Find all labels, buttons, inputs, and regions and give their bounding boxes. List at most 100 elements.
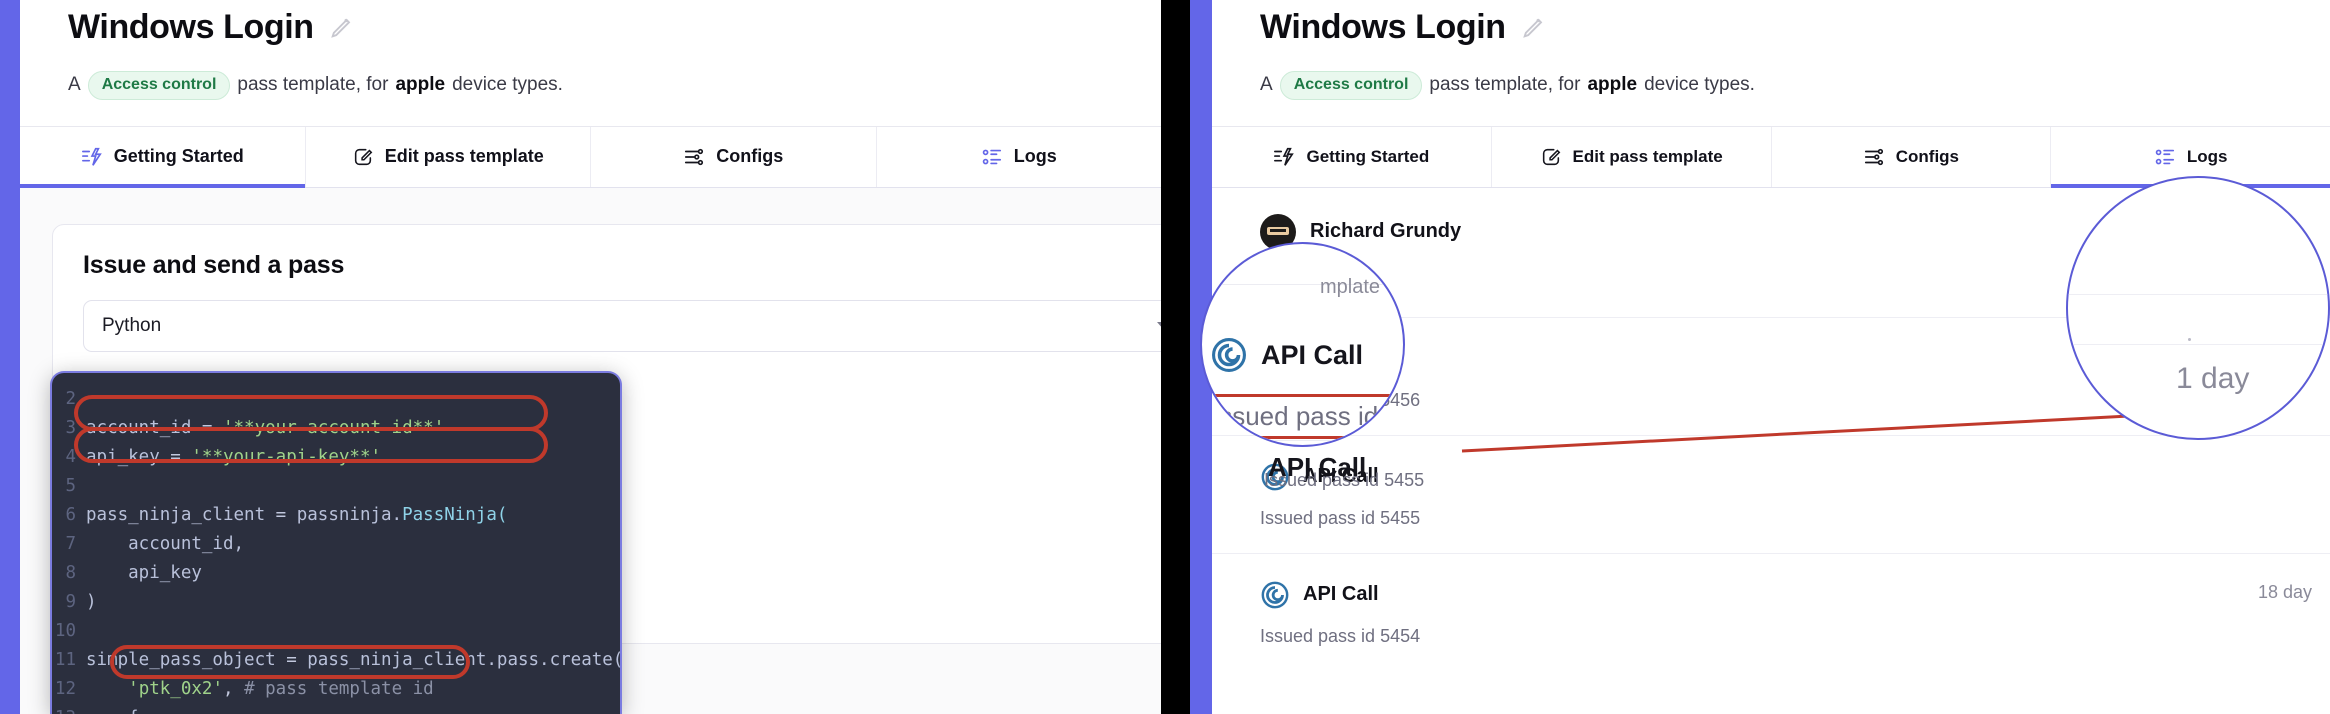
tab-edit-pass-template[interactable]: Edit pass template (1491, 126, 1772, 187)
code-line-text: api_key (86, 559, 620, 588)
subtitle-prefix: A (1260, 74, 1273, 95)
right-header: Windows Login A Access control pass temp… (1212, 0, 2330, 100)
code-line: 9) (52, 588, 620, 617)
code-line: 6 pass_ninja_client = passninja.PassNinja… (52, 501, 620, 530)
sliders-icon (1863, 146, 1885, 168)
code-token: simple_pass_object (86, 650, 287, 670)
code-line-number: 13 (52, 704, 86, 714)
code-line-number: 11 (54, 650, 76, 670)
log-entry-time: 18 day (2257, 581, 2312, 602)
list-spark-icon (1273, 146, 1295, 168)
pencil-icon[interactable] (1520, 13, 1548, 41)
code-token: = (286, 650, 308, 670)
code-token: { (86, 708, 139, 714)
status-badge: Access control (87, 70, 231, 100)
subtitle-prefix: A (68, 74, 81, 95)
log-entry-head: API Call (1260, 580, 2282, 610)
left-header: Windows Login A Access control pass temp… (20, 0, 1161, 100)
code-token: = (201, 418, 223, 438)
code-token: pass_ninja_client.pass.create( (307, 650, 622, 670)
magnifier-issued-pass: mplate API Call Issued pass id 5456 (1200, 242, 1405, 447)
subtitle-mid: pass template, for (237, 74, 389, 95)
code-line: 5 (52, 472, 620, 501)
dot (2188, 338, 2191, 341)
code-line-text: account_id, (86, 530, 620, 559)
tab-edit-pass-template[interactable]: Edit pass template (305, 126, 591, 187)
code-lines: 2 3 account_id = '**your-account-id**' 4 ap… (52, 373, 620, 714)
page-title: Windows Login (1260, 8, 1506, 46)
api-call-label-magnified: API Call (1261, 339, 1364, 370)
api-call-icon (1210, 336, 1248, 374)
divider (2068, 294, 2328, 295)
subtitle-suffix: device types. (452, 74, 563, 95)
log-entry-2[interactable]: API Call Issued pass id 5454 18 day (1212, 552, 2330, 671)
log-user-name: Richard Grundy (1310, 220, 1462, 242)
log-list-icon (2154, 146, 2176, 168)
tab-getting-started[interactable]: Getting Started (20, 126, 306, 188)
issued-pass-highlight: Issued pass id 5456 (1206, 394, 1403, 439)
code-line: 3 account_id = '**your-account-id**' (52, 414, 620, 443)
code-line-text: api_key = '**your-api-key**' (86, 443, 620, 472)
code-token: api_key (86, 563, 202, 583)
language-select-value: Python (102, 314, 162, 336)
code-token: PassNinja( (402, 505, 508, 525)
tab-configs[interactable]: Configs (1771, 126, 2052, 187)
tab-getting-started[interactable]: Getting Started (1212, 126, 1492, 187)
code-line-number: 4 (65, 447, 76, 467)
code-token: ) (86, 592, 97, 612)
code-line-number: 9 (65, 592, 76, 612)
status-badge: Access control (1279, 70, 1423, 100)
language-select[interactable]: Python (83, 299, 1161, 352)
card-title: Issue and send a pass (83, 250, 345, 279)
code-line: 11 simple_pass_object = pass_ninja_client… (52, 646, 620, 675)
divider (2068, 344, 2328, 345)
subtitle-row: A Access control pass template, for appl… (20, 70, 1161, 100)
left-tab-bar: Getting Started Edit pass template Confi… (20, 125, 1161, 188)
template-fragment-magnified: mplate (1320, 276, 1381, 298)
pencil-icon[interactable] (328, 13, 356, 41)
code-line-number: 8 (65, 563, 76, 583)
time-magnified: 1 day (2176, 362, 2250, 395)
magnifier-content: mplate API Call Issued pass id 5456 (1202, 244, 1403, 445)
code-token: '**your-account-id**' (222, 418, 445, 438)
screenshot-root: Windows Login A Access control pass temp… (0, 0, 2330, 714)
code-line: 12 'ptk_0x2', # pass template id (52, 675, 620, 704)
code-line-number: 5 (65, 476, 76, 496)
subtitle-row: A Access control pass template, for appl… (1212, 70, 2330, 100)
api-call-label-magnified: API Call (1268, 452, 1367, 482)
code-token: passninja. (296, 505, 403, 525)
log-entry-1[interactable]: API Call Issued pass id 5455 (1212, 434, 2330, 553)
tab-label: Logs (1013, 146, 1057, 166)
code-line: 4 api_key = '**your-api-key**' (52, 443, 620, 472)
api-call-row-magnified: API Call (1210, 336, 1363, 374)
tab-configs[interactable]: Configs (591, 126, 877, 187)
edit-square-icon (1540, 146, 1562, 168)
tab-label: Logs (2186, 146, 2228, 166)
code-token: = (170, 447, 192, 467)
code-line: 2 (52, 385, 620, 414)
log-entry-kind-behind: API Call (1268, 452, 1366, 483)
code-line: 13 { (52, 704, 620, 714)
tab-label: Edit pass template (1572, 146, 1723, 166)
code-sample-block[interactable]: 2 3 account_id = '**your-account-id**' 4 ap… (50, 371, 622, 714)
code-line-number: 7 (65, 534, 76, 554)
edit-square-icon (352, 146, 374, 168)
code-token: pass_ninja_client (86, 505, 276, 525)
code-line-number: 10 (54, 621, 76, 641)
code-token: = (275, 505, 297, 525)
tab-label: Configs (716, 146, 784, 166)
subtitle-device-type: apple (1587, 74, 1638, 95)
code-line-text: { (86, 704, 620, 714)
page-title: Windows Login (68, 8, 314, 46)
code-token: 'ptk_0x2' (128, 679, 223, 699)
code-line: 8 api_key (52, 559, 620, 588)
tab-label: Configs (1895, 146, 1960, 166)
tab-logs[interactable]: Logs (876, 126, 1161, 187)
code-line-number: 12 (54, 679, 76, 699)
code-token: account_id (86, 418, 202, 438)
subtitle-mid: pass template, for (1429, 74, 1581, 95)
